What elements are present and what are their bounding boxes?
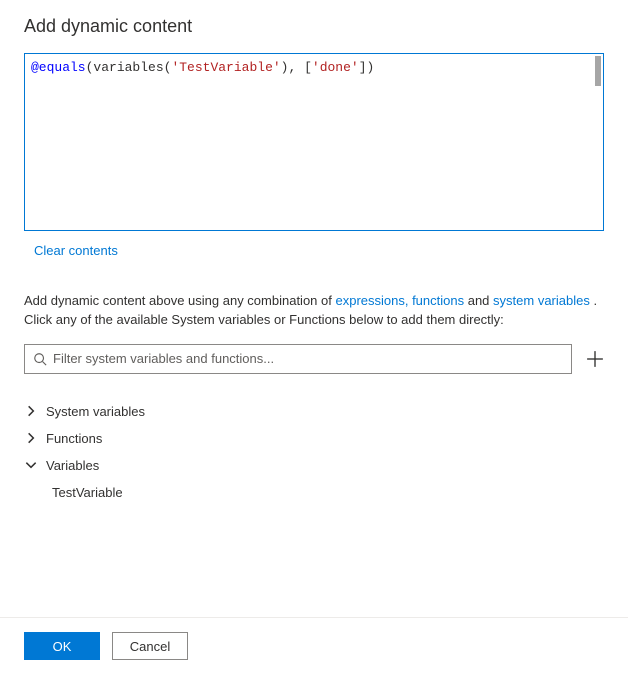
- tree-group-variables[interactable]: Variables: [24, 452, 604, 479]
- tree-group-label: System variables: [46, 404, 145, 419]
- tree-group-functions[interactable]: Functions: [24, 425, 604, 452]
- tree-group-label: Variables: [46, 458, 99, 473]
- expressions-functions-link[interactable]: expressions, functions: [335, 293, 464, 308]
- editor-scrollbar[interactable]: [595, 56, 601, 86]
- cancel-button[interactable]: Cancel: [112, 632, 188, 660]
- expression-editor[interactable]: @equals(variables('TestVariable'), ['don…: [24, 53, 604, 231]
- help-prefix: Add dynamic content above using any comb…: [24, 293, 335, 308]
- expression-text: @equals(variables('TestVariable'), ['don…: [31, 58, 597, 78]
- help-suffix1: .: [590, 293, 597, 308]
- help-mid: and: [464, 293, 493, 308]
- help-text: Add dynamic content above using any comb…: [24, 292, 604, 330]
- ok-button[interactable]: OK: [24, 632, 100, 660]
- clear-contents-link[interactable]: Clear contents: [34, 243, 118, 258]
- add-button[interactable]: [586, 350, 604, 368]
- variables-tree: System variables Functions Variables TestVa…: [24, 398, 604, 506]
- filter-input[interactable]: [53, 351, 563, 366]
- chevron-down-icon: [24, 458, 38, 472]
- search-icon: [33, 352, 47, 366]
- panel-title: Add dynamic content: [24, 16, 604, 37]
- filter-box[interactable]: [24, 344, 572, 374]
- chevron-right-icon: [24, 431, 38, 445]
- tree-group-label: Functions: [46, 431, 102, 446]
- tree-group-system-variables[interactable]: System variables: [24, 398, 604, 425]
- tree-item[interactable]: TestVariable: [24, 479, 604, 506]
- chevron-right-icon: [24, 404, 38, 418]
- footer: OK Cancel: [0, 617, 628, 680]
- system-variables-link[interactable]: system variables: [493, 293, 590, 308]
- help-line2: Click any of the available System variab…: [24, 312, 504, 327]
